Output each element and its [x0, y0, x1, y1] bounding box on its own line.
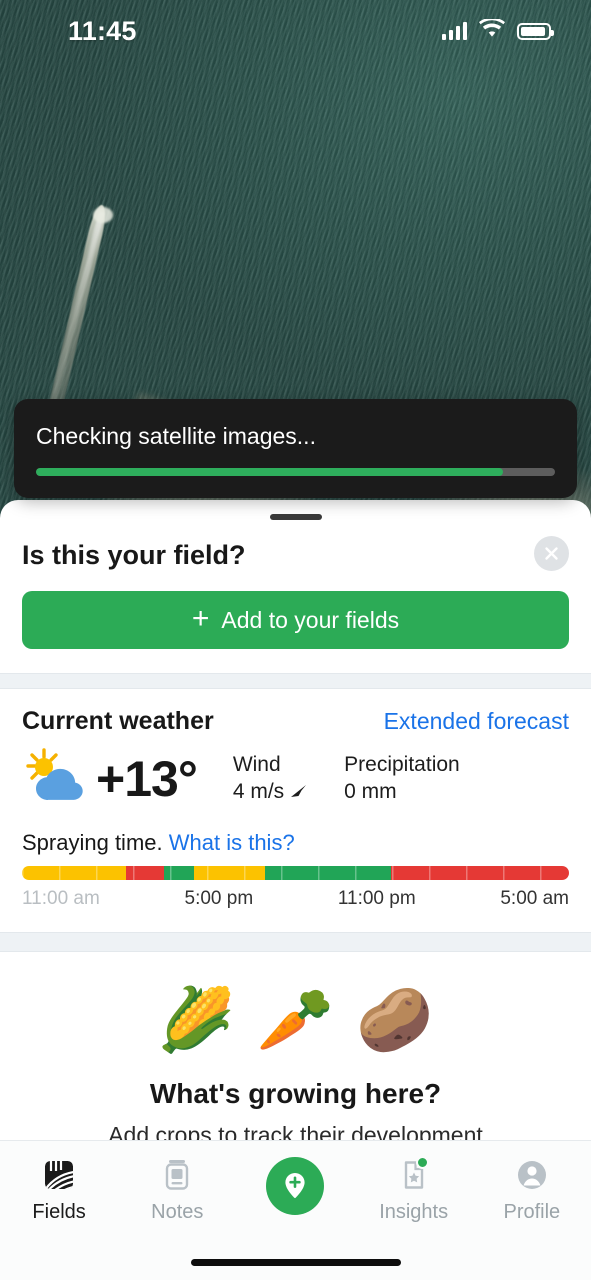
- spraying-time-label-0: 11:00 am: [22, 888, 100, 909]
- precipitation-value: 0 mm: [344, 780, 397, 804]
- tab-profile[interactable]: Profile: [477, 1155, 587, 1224]
- weather-heading: Current weather: [22, 707, 214, 735]
- add-to-your-fields-button[interactable]: + Add to your fields: [22, 591, 569, 649]
- status-time: 11:45: [68, 15, 137, 46]
- tab-label-profile: Profile: [503, 1201, 561, 1223]
- precipitation-label: Precipitation: [344, 753, 460, 777]
- status-bar: 11:45: [0, 0, 591, 62]
- tab-list: Fields Notes Insights Profile: [0, 1141, 591, 1224]
- bottom-tab-bar: Fields Notes Insights Profile: [0, 1140, 591, 1280]
- spraying-time-section: Spraying time. What is this? 11:00 am 5:0…: [0, 810, 591, 910]
- temperature-value: +13°: [96, 751, 198, 807]
- status-icons: [441, 17, 554, 43]
- battery-icon: [517, 22, 554, 40]
- satellite-loading-toast: Checking satellite images...: [14, 399, 577, 498]
- spraying-time-label-2: 11:00 pm: [337, 888, 416, 909]
- crops-empty-state: 🌽 🥕 🥔 What's growing here? Add crops to tr…: [0, 952, 591, 1149]
- progress-bar-fill: [36, 468, 504, 476]
- spraying-bar-ticks: [22, 866, 569, 880]
- tab-notes[interactable]: Notes: [122, 1155, 232, 1224]
- toast-message: Checking satellite images...: [36, 423, 316, 449]
- map-track-head: [93, 207, 113, 223]
- sun-behind-cloud-icon: [22, 748, 94, 810]
- progress-bar-track: [36, 468, 555, 476]
- add-button-label: Add to your fields: [221, 606, 400, 633]
- spraying-timeline-bar[interactable]: [22, 866, 569, 880]
- crop-emoji-row: 🌽 🥕 🥔: [22, 990, 569, 1052]
- insights-badge: [415, 1156, 429, 1169]
- spraying-time-label-1: 5:00 pm: [184, 888, 254, 909]
- wind-label: Wind: [232, 753, 281, 777]
- crop-emoji-0: 🌽: [157, 986, 235, 1055]
- wifi-icon: [479, 17, 505, 43]
- tab-insights[interactable]: Insights: [359, 1155, 469, 1224]
- home-indicator: [190, 1259, 401, 1266]
- weather-header: Current weather Extended forecast: [22, 707, 569, 736]
- add-field-button[interactable]: [266, 1157, 325, 1215]
- tab-fields[interactable]: Fields: [4, 1155, 114, 1224]
- section-divider-2: [0, 932, 591, 952]
- notes-icon: [161, 1155, 193, 1195]
- close-button[interactable]: [534, 536, 569, 571]
- spraying-title: Spraying time.: [22, 830, 163, 855]
- wind-value: 4 m/s: [232, 780, 285, 804]
- current-weather-section: Current weather Extended forecast +13° W…: [0, 689, 591, 810]
- tab-label-insights: Insights: [379, 1201, 449, 1223]
- spraying-help-link[interactable]: What is this?: [169, 830, 295, 855]
- crop-emoji-2: 🥔: [356, 986, 434, 1055]
- fields-icon: [42, 1155, 76, 1195]
- plus-icon: +: [191, 602, 210, 635]
- cellular-signal-icon: [441, 22, 467, 40]
- tab-label-fields: Fields: [32, 1201, 86, 1223]
- crop-emoji-1: 🥕: [256, 986, 335, 1055]
- wind-direction-arrow-icon: [291, 785, 307, 798]
- extended-forecast-link[interactable]: Extended forecast: [384, 708, 569, 735]
- wind-value-row: 4 m/s: [233, 778, 308, 805]
- crops-heading: What's growing here?: [149, 1078, 442, 1109]
- insights-icon: [398, 1155, 430, 1195]
- spraying-title-row: Spraying time. What is this?: [22, 830, 569, 856]
- profile-icon: [515, 1155, 549, 1195]
- spraying-time-labels: 11:00 am 5:00 pm 11:00 pm 5:00 am: [22, 888, 569, 910]
- tab-label-notes: Notes: [151, 1201, 204, 1223]
- weather-body: +13° Wind 4 m/s Precipitation 0 mm: [22, 748, 569, 810]
- section-divider: [0, 673, 591, 689]
- sheet-title: Is this your field?: [22, 540, 246, 570]
- spraying-time-label-3: 5:00 am: [500, 888, 569, 909]
- tab-add-field[interactable]: [240, 1155, 350, 1221]
- app-screen: 11:45 Checking satellite images... Is th…: [0, 0, 591, 1280]
- close-icon: [545, 547, 558, 560]
- sheet-header: Is this your field?: [0, 520, 591, 571]
- precipitation-block: Precipitation 0 mm: [344, 752, 460, 806]
- add-field-pin-icon: [285, 1173, 306, 1199]
- wind-block: Wind 4 m/s: [233, 752, 308, 806]
